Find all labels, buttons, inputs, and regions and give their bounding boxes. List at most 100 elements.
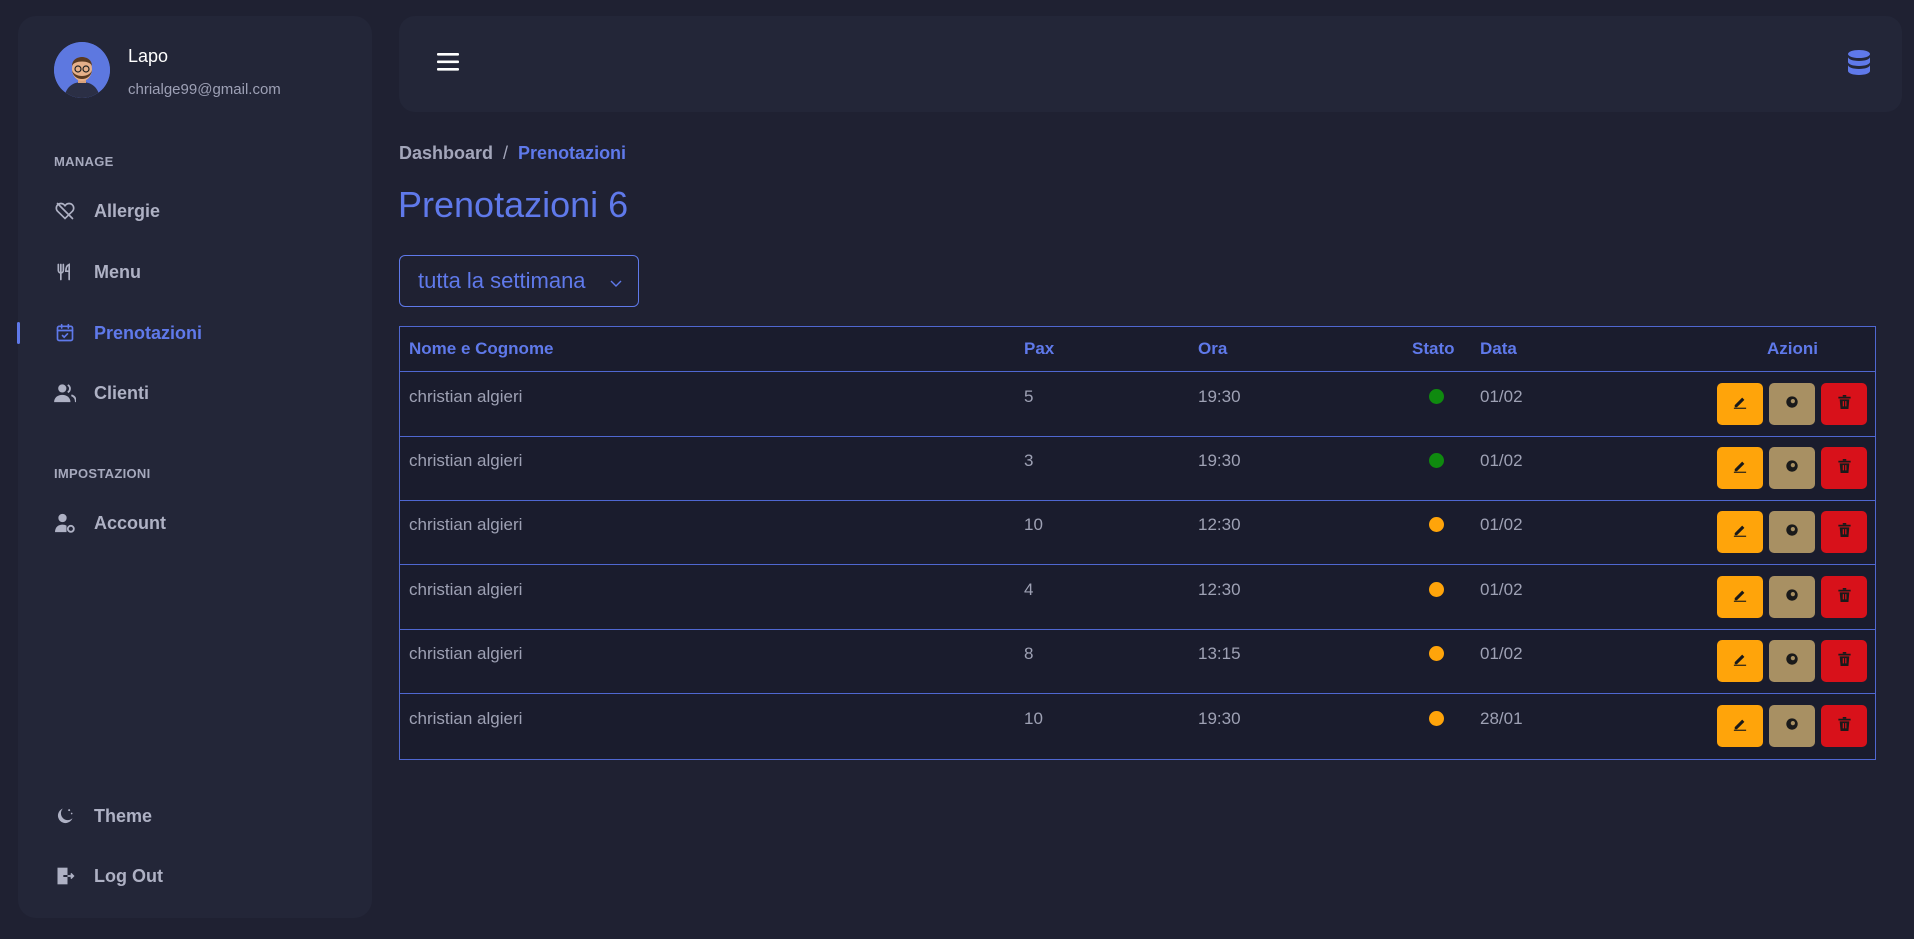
section-settings-label: IMPOSTAZIONI	[54, 466, 151, 481]
edit-button[interactable]	[1717, 705, 1763, 747]
week-filter-value: tutta la settimana	[418, 268, 586, 293]
delete-button[interactable]	[1821, 447, 1867, 489]
delete-button[interactable]	[1821, 705, 1867, 747]
cell-name: christian algieri	[409, 387, 523, 406]
edit-button[interactable]	[1717, 640, 1763, 682]
cell-name: christian algieri	[409, 451, 523, 470]
delete-button[interactable]	[1821, 640, 1867, 682]
eye-icon	[1785, 395, 1799, 414]
trash-icon	[1837, 716, 1851, 736]
top-header	[399, 16, 1902, 112]
pencil-icon	[1733, 523, 1747, 542]
breadcrumb-separator: /	[503, 143, 509, 163]
column-header-status: Stato	[1412, 339, 1455, 358]
breadcrumb-home-link[interactable]: Dashboard	[399, 143, 493, 164]
cell-pax: 10	[1024, 709, 1043, 728]
database-icon[interactable]	[1848, 50, 1870, 81]
sidebar-item-account[interactable]: Account	[18, 503, 372, 543]
status-dot	[1429, 582, 1444, 597]
edit-button[interactable]	[1717, 383, 1763, 425]
cell-name: christian algieri	[409, 580, 523, 599]
cell-date: 01/02	[1480, 387, 1523, 406]
cell-pax: 3	[1024, 451, 1034, 470]
cell-date: 01/02	[1480, 515, 1523, 534]
sidebar-item-clienti[interactable]: Clienti	[18, 373, 372, 413]
column-header-actions: Azioni	[1767, 339, 1818, 358]
eye-icon	[1785, 717, 1799, 736]
view-button[interactable]	[1769, 511, 1815, 553]
sidebar-item-theme[interactable]: Theme	[18, 796, 372, 836]
table-header-row: Nome e Cognome Pax Ora Stato Data Azioni	[400, 327, 1875, 372]
trash-icon	[1837, 394, 1851, 414]
column-header-pax: Pax	[1024, 339, 1055, 358]
eye-icon	[1785, 652, 1799, 671]
pencil-icon	[1733, 459, 1747, 478]
delete-button[interactable]	[1821, 576, 1867, 618]
avatar[interactable]	[54, 42, 110, 98]
user-name: Lapo	[128, 46, 169, 66]
view-button[interactable]	[1769, 576, 1815, 618]
pencil-icon	[1733, 652, 1747, 671]
breadcrumb: Dashboard / Prenotazioni	[399, 143, 626, 164]
edit-button[interactable]	[1717, 576, 1763, 618]
sidebar-item-logout[interactable]: Log Out	[18, 856, 372, 896]
cell-time: 19:30	[1198, 387, 1241, 406]
edit-button[interactable]	[1717, 511, 1763, 553]
moon-icon	[54, 805, 76, 827]
cell-date: 01/02	[1480, 580, 1523, 599]
eye-icon	[1785, 588, 1799, 607]
sidebar-item-menu[interactable]: Menu	[18, 252, 372, 292]
status-dot	[1429, 646, 1444, 661]
page-title: Prenotazioni 6	[398, 184, 629, 225]
pencil-icon	[1733, 717, 1747, 736]
cell-time: 12:30	[1198, 515, 1241, 534]
sidebar-item-label: Account	[94, 512, 166, 533]
cell-pax: 4	[1024, 580, 1034, 599]
pencil-icon	[1733, 395, 1747, 414]
sidebar-item-allergie[interactable]: Allergie	[18, 191, 372, 231]
user-email: chrialge99@gmail.com	[128, 81, 281, 98]
trash-icon	[1837, 522, 1851, 542]
table-row: christian algieri 8 13:15 01/02	[400, 630, 1875, 694]
cell-time: 19:30	[1198, 709, 1241, 728]
trash-icon	[1837, 587, 1851, 607]
delete-button[interactable]	[1821, 383, 1867, 425]
logout-icon	[54, 865, 76, 887]
table-row: christian algieri 3 19:30 01/02	[400, 437, 1875, 501]
column-header-date: Data	[1480, 339, 1517, 358]
table-row: christian algieri 4 12:30 01/02	[400, 566, 1875, 630]
sidebar-item-label: Allergie	[94, 200, 161, 221]
sidebar-item-label: Menu	[94, 261, 141, 282]
column-header-name: Nome e Cognome	[409, 339, 554, 358]
table-row: christian algieri 10 12:30 01/02	[400, 501, 1875, 565]
week-filter-select[interactable]: tutta la settimana	[399, 255, 639, 307]
section-manage-label: MANAGE	[54, 154, 114, 169]
users-icon	[54, 382, 76, 404]
heart-off-icon	[54, 200, 76, 222]
cell-pax: 8	[1024, 644, 1034, 663]
eye-icon	[1785, 459, 1799, 478]
sidebar: Lapo chrialge99@gmail.com MANAGE Allergi…	[17, 16, 372, 918]
reservations-table: Nome e Cognome Pax Ora Stato Data Azioni…	[399, 326, 1876, 760]
eye-icon	[1785, 523, 1799, 542]
cell-date: 01/02	[1480, 644, 1523, 663]
edit-button[interactable]	[1717, 447, 1763, 489]
hamburger-icon[interactable]	[437, 52, 459, 77]
active-indicator	[17, 322, 20, 344]
view-button[interactable]	[1769, 447, 1815, 489]
user-profile: Lapo chrialge99@gmail.com	[54, 42, 281, 98]
status-dot	[1429, 711, 1444, 726]
cell-pax: 10	[1024, 515, 1043, 534]
status-dot	[1429, 453, 1444, 468]
cell-time: 19:30	[1198, 451, 1241, 470]
calendar-check-icon	[54, 322, 76, 344]
view-button[interactable]	[1769, 640, 1815, 682]
view-button[interactable]	[1769, 383, 1815, 425]
chevron-down-icon	[610, 275, 622, 293]
cell-name: christian algieri	[409, 515, 523, 534]
trash-icon	[1837, 651, 1851, 671]
sidebar-item-prenotazioni[interactable]: Prenotazioni	[17, 313, 372, 353]
view-button[interactable]	[1769, 705, 1815, 747]
delete-button[interactable]	[1821, 511, 1867, 553]
status-dot	[1429, 389, 1444, 404]
